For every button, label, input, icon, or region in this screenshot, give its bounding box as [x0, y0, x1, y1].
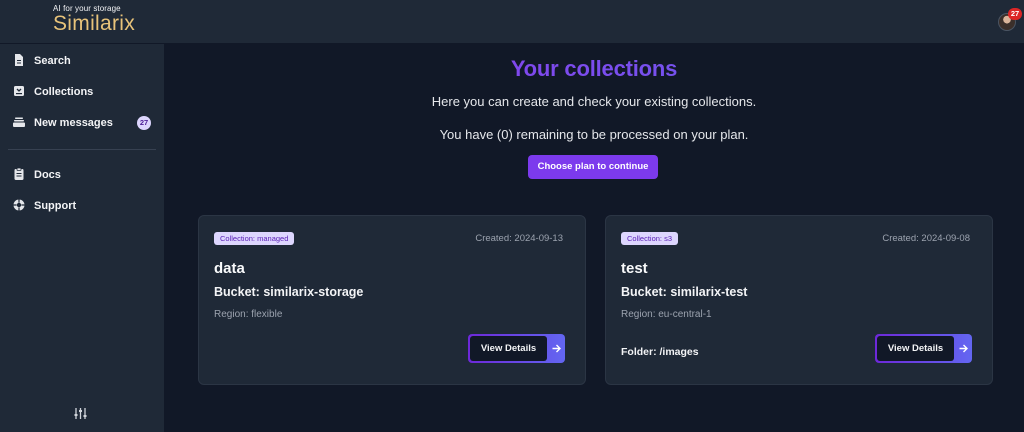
sidebar-item-label: Collections — [34, 86, 94, 98]
collection-type-badge: Collection: managed — [214, 232, 295, 245]
sidebar-item-docs[interactable]: Docs — [0, 162, 164, 188]
collection-name: test — [621, 260, 648, 277]
collection-region: Region: flexible — [214, 309, 283, 320]
message-stack-icon — [13, 117, 25, 127]
collection-type-badge: Collection: s3 — [621, 232, 679, 245]
sidebar-item-collections[interactable]: Collections — [0, 79, 164, 105]
sidebar-item-label: Docs — [34, 169, 61, 181]
sidebar-item-search[interactable]: Search — [0, 48, 164, 74]
lifebuoy-icon — [13, 199, 25, 211]
page-subtitle: Here you can create and check your exist… — [431, 94, 757, 109]
sidebar-divider — [8, 149, 156, 150]
collection-card: Collection: s3 Created: 2024-09-08 test … — [605, 215, 993, 385]
collection-bucket: Bucket: similarix-test — [621, 285, 748, 299]
clipboard-icon — [14, 167, 24, 180]
notification-badge: 27 — [1008, 8, 1022, 20]
remaining-quota-text: You have (0) remaining to be processed o… — [439, 127, 749, 142]
page-title: Your collections — [164, 56, 1024, 82]
sidebar-item-label: Support — [34, 200, 77, 212]
created-date: Created: 2024-09-08 — [882, 233, 970, 244]
view-details-label: View Details — [470, 336, 547, 361]
collection-folder: Folder: /images — [621, 346, 699, 358]
arrow-right-icon — [552, 344, 561, 353]
sliders-icon[interactable] — [73, 406, 88, 421]
collection-bucket: Bucket: similarix-storage — [214, 285, 364, 299]
choose-plan-button[interactable]: Choose plan to continue — [528, 155, 658, 179]
messages-count-badge: 27 — [137, 116, 151, 130]
sidebar: Search Collections New messages 27 Docs — [0, 44, 164, 432]
sidebar-item-label: New messages — [34, 117, 113, 129]
logo-name: Similarix — [53, 12, 136, 35]
document-icon — [15, 54, 23, 66]
logo[interactable]: AI for your storage Similarix — [53, 4, 135, 35]
collection-region: Region: eu-central-1 — [621, 309, 712, 320]
inbox-icon — [14, 86, 24, 96]
collection-name: data — [214, 260, 245, 277]
arrow-right-icon — [959, 344, 968, 353]
view-details-button[interactable]: View Details — [468, 334, 565, 363]
view-details-button[interactable]: View Details — [875, 334, 972, 363]
sidebar-item-support[interactable]: Support — [0, 193, 164, 219]
sidebar-item-label: Search — [34, 55, 71, 67]
collection-card: Collection: managed Created: 2024-09-13 … — [198, 215, 586, 385]
view-details-label: View Details — [877, 336, 954, 361]
created-date: Created: 2024-09-13 — [475, 233, 563, 244]
sidebar-item-new-messages[interactable]: New messages 27 — [0, 110, 164, 136]
top-bar: AI for your storage Similarix 27 — [0, 0, 1024, 44]
